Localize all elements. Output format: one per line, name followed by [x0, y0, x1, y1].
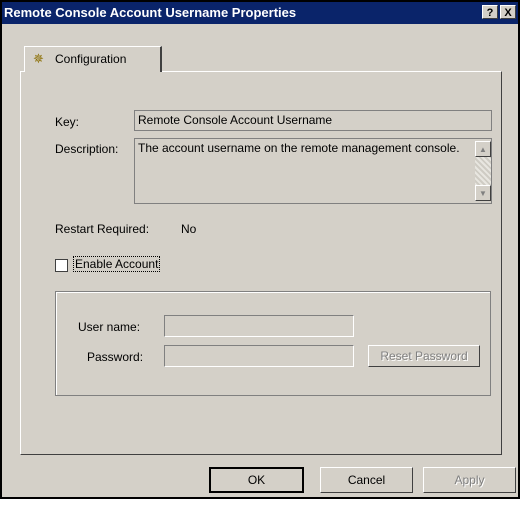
- description-label: Description:: [55, 142, 119, 156]
- scroll-down-button[interactable]: ▼: [475, 185, 491, 201]
- scroll-track[interactable]: [475, 157, 491, 185]
- account-group: User name: Password: Reset Password: [55, 291, 491, 396]
- ok-button[interactable]: OK: [209, 467, 304, 493]
- password-label: Password:: [87, 350, 144, 364]
- title-bar[interactable]: Remote Console Account Username Properti…: [2, 2, 518, 24]
- username-label: User name:: [78, 320, 141, 334]
- key-value: Remote Console Account Username: [138, 113, 333, 127]
- username-input[interactable]: [164, 315, 354, 337]
- tab-configuration[interactable]: ✵ Configuration: [24, 46, 162, 72]
- tab-configuration-label: Configuration: [55, 52, 127, 66]
- cancel-button[interactable]: Cancel: [320, 467, 413, 493]
- scroll-up-button[interactable]: ▲: [475, 141, 491, 157]
- window-title: Remote Console Account Username Properti…: [4, 5, 297, 20]
- reset-password-button[interactable]: Reset Password: [368, 345, 480, 367]
- enable-account-label[interactable]: Enable Account: [73, 256, 161, 272]
- description-value: The account username on the remote manag…: [138, 141, 460, 155]
- restart-required-label: Restart Required:: [55, 222, 150, 236]
- gear-icon: ✵: [33, 51, 44, 66]
- description-field[interactable]: The account username on the remote manag…: [134, 138, 492, 204]
- properties-dialog: Remote Console Account Username Properti…: [0, 0, 520, 499]
- key-field[interactable]: Remote Console Account Username: [134, 110, 492, 131]
- close-button[interactable]: X: [500, 5, 516, 19]
- configuration-panel: Key: Remote Console Account Username Des…: [20, 71, 502, 455]
- apply-button[interactable]: Apply: [423, 467, 516, 493]
- key-label: Key:: [55, 115, 80, 129]
- help-button[interactable]: ?: [482, 5, 498, 19]
- enable-account-checkbox[interactable]: [55, 259, 68, 272]
- restart-required-value: No: [181, 222, 197, 236]
- password-input[interactable]: [164, 345, 354, 367]
